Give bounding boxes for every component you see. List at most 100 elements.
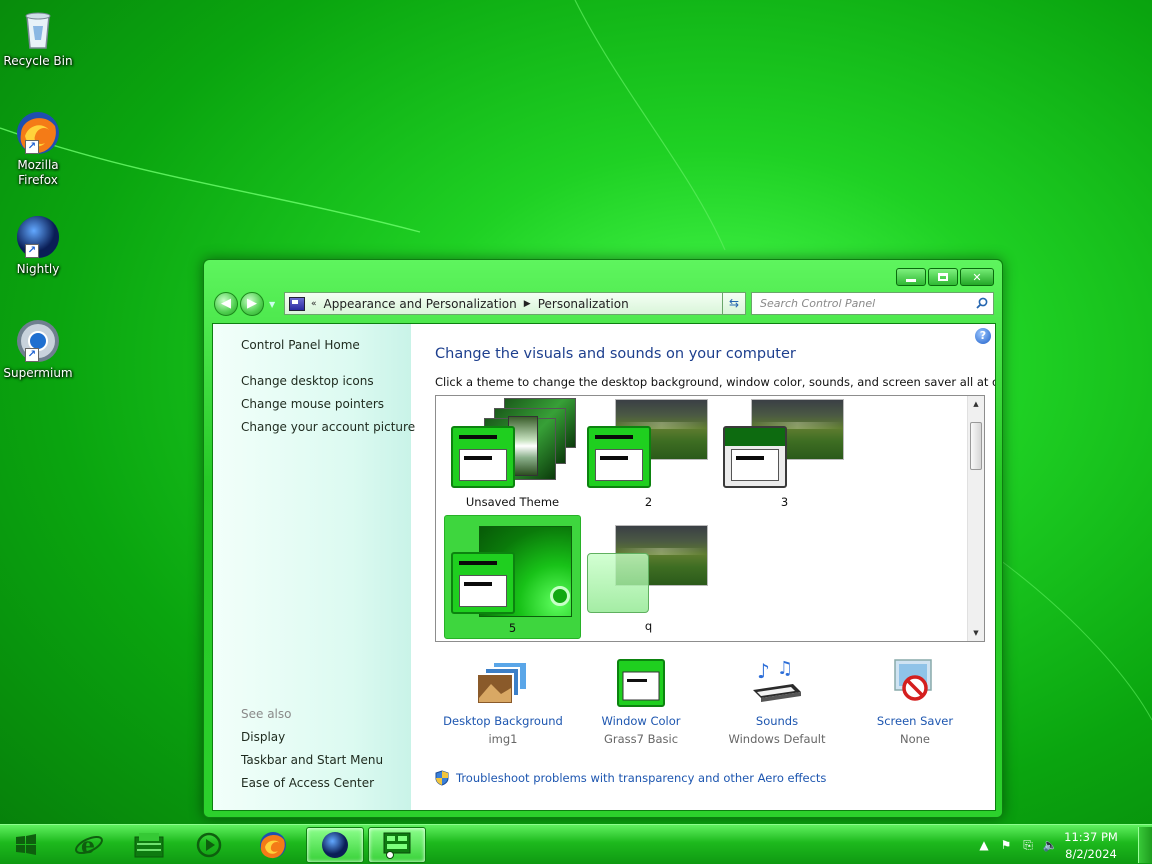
supermium-icon: ↗ xyxy=(15,318,61,364)
svg-text:e: e xyxy=(81,833,95,859)
firefox-icon xyxy=(260,832,286,859)
breadcrumb-separator-icon[interactable]: ▶ xyxy=(524,299,531,309)
setting-label[interactable]: Window Color xyxy=(573,714,709,728)
link-control-panel-home[interactable]: Control Panel Home xyxy=(241,338,360,352)
breadcrumb-overflow-icon[interactable]: « xyxy=(311,299,317,309)
taskbar-clock[interactable]: 11:37 PM 8/2/2024 xyxy=(1056,829,1126,863)
setting-label[interactable]: Sounds xyxy=(709,714,845,728)
theme-list[interactable]: Unsaved Theme 2 3 5 q ▲ ▼ xyxy=(435,395,985,642)
media-player-icon xyxy=(196,832,222,858)
forward-button[interactable]: ▶ xyxy=(240,292,264,316)
theme-item-3[interactable]: 3 xyxy=(716,396,853,520)
desktop-icon-recycle-bin[interactable]: Recycle Bin xyxy=(2,6,74,69)
theme-list-scrollbar[interactable]: ▲ ▼ xyxy=(967,396,984,641)
back-button[interactable]: ◀ xyxy=(214,292,238,316)
troubleshoot-link-text[interactable]: Troubleshoot problems with transparency … xyxy=(456,771,826,785)
search-box xyxy=(751,292,994,315)
setting-value: Grass7 Basic xyxy=(603,732,679,746)
show-desktop-button[interactable] xyxy=(1138,827,1152,863)
theme-item-2[interactable]: 2 xyxy=(580,396,717,520)
desktop-icon-label: Supermium xyxy=(3,366,73,380)
theme-settings-row: Desktop Background img1 Window Color Gra… xyxy=(435,658,985,758)
minimize-button[interactable] xyxy=(896,268,926,286)
screen-saver-icon xyxy=(887,658,943,708)
setting-label[interactable]: Screen Saver xyxy=(847,714,983,728)
maximize-icon xyxy=(938,273,948,281)
search-input[interactable] xyxy=(760,297,970,310)
desktop-icon-label: Nightly xyxy=(16,262,60,276)
page-title: Change the visuals and sounds on your co… xyxy=(435,346,796,362)
setting-window-color[interactable]: Window Color Grass7 Basic xyxy=(573,658,709,746)
maximize-button[interactable] xyxy=(928,268,958,286)
action-center-flag-icon[interactable]: ⚑ xyxy=(998,837,1014,853)
scrollbar-thumb[interactable] xyxy=(970,422,982,470)
theme-item-q[interactable]: q xyxy=(580,521,717,641)
windows-logo-icon xyxy=(16,834,36,855)
setting-screen-saver[interactable]: Screen Saver None xyxy=(847,658,983,746)
setting-value: img1 xyxy=(488,732,518,746)
refresh-button[interactable]: ⇆ xyxy=(722,292,746,315)
internet-explorer-icon: e xyxy=(75,833,103,859)
page-description: Click a theme to change the desktop back… xyxy=(435,375,996,389)
taskbar-item-firefox[interactable] xyxy=(244,827,302,863)
arrow-right-icon: ▶ xyxy=(247,296,257,311)
desktop-icon-nightly[interactable]: ↗ Nightly xyxy=(2,214,74,277)
setting-sounds[interactable]: ♪ ♫ Sounds Windows Default xyxy=(709,658,845,746)
theme-item-unsaved[interactable]: Unsaved Theme xyxy=(444,396,581,520)
shield-icon xyxy=(435,770,449,786)
show-hidden-icons-button[interactable]: ▲ xyxy=(976,837,992,853)
desktop-background-icon xyxy=(475,658,531,708)
scroll-up-button[interactable]: ▲ xyxy=(968,396,984,412)
refresh-icon: ⇆ xyxy=(728,296,740,310)
help-icon[interactable]: ? xyxy=(975,328,991,344)
recent-pages-dropdown[interactable]: ▼ xyxy=(269,300,275,309)
desktop-icon-firefox[interactable]: ↗ Mozilla Firefox xyxy=(2,110,74,188)
shortcut-arrow-icon: ↗ xyxy=(25,140,39,154)
shortcut-arrow-icon: ↗ xyxy=(25,244,39,258)
setting-label[interactable]: Desktop Background xyxy=(435,714,571,728)
recycle-bin-icon xyxy=(15,6,61,52)
link-change-account-picture[interactable]: Change your account picture xyxy=(241,420,415,434)
window-color-preview xyxy=(451,426,515,488)
link-ease-of-access[interactable]: Ease of Access Center xyxy=(241,776,374,790)
navigation-bar: ◀ ▶ ▼ « Appearance and Personalization ▶… xyxy=(212,290,994,318)
breadcrumb-item-appearance[interactable]: Appearance and Personalization xyxy=(324,297,517,311)
scroll-down-button[interactable]: ▼ xyxy=(968,625,984,641)
theme-item-5[interactable]: 5 xyxy=(444,515,581,639)
taskbar-item-internet-explorer[interactable]: e xyxy=(60,827,118,863)
desktop-icon-supermium[interactable]: ↗ Supermium xyxy=(2,318,74,381)
taskbar-item-media-player[interactable] xyxy=(180,827,238,863)
search-icon[interactable] xyxy=(976,297,988,309)
personalization-window[interactable]: ✕ ◀ ▶ ▼ « Appearance and Personalization… xyxy=(203,259,1003,818)
setting-desktop-background[interactable]: Desktop Background img1 xyxy=(435,658,571,746)
desktop-icon-label: Recycle Bin xyxy=(3,54,73,68)
arrow-left-icon: ◀ xyxy=(221,296,231,311)
start-button[interactable] xyxy=(6,829,46,861)
link-display[interactable]: Display xyxy=(241,730,285,744)
taskbar-item-nightly[interactable] xyxy=(306,827,364,863)
see-also-heading: See also xyxy=(241,707,292,721)
setting-value: None xyxy=(899,732,930,746)
theme-label: 3 xyxy=(780,495,789,509)
link-change-desktop-icons[interactable]: Change desktop icons xyxy=(241,374,374,388)
link-change-mouse-pointers[interactable]: Change mouse pointers xyxy=(241,397,384,411)
window-color-preview xyxy=(587,426,651,488)
breadcrumb-item-personalization[interactable]: Personalization xyxy=(538,297,629,311)
minimize-icon xyxy=(906,278,916,282)
taskbar-item-explorer[interactable] xyxy=(120,827,178,863)
svg-text:♫: ♫ xyxy=(777,658,793,679)
close-button[interactable]: ✕ xyxy=(960,268,994,286)
link-taskbar-start-menu[interactable]: Taskbar and Start Menu xyxy=(241,753,383,767)
address-bar[interactable]: « Appearance and Personalization ▶ Perso… xyxy=(284,292,746,315)
theme-label: 2 xyxy=(644,495,653,509)
troubleshoot-link[interactable]: Troubleshoot problems with transparency … xyxy=(435,770,826,786)
window-content: Control Panel Home Change desktop icons … xyxy=(212,323,996,811)
desktop-icon-label: Mozilla Firefox xyxy=(17,158,59,187)
network-icon[interactable]: ⎘ xyxy=(1020,837,1036,853)
left-pane: Control Panel Home Change desktop icons … xyxy=(213,324,415,810)
nightly-icon xyxy=(322,832,348,858)
window-color-preview xyxy=(451,552,515,614)
theme-label: 5 xyxy=(508,621,517,635)
taskbar-item-control-panel[interactable] xyxy=(368,827,426,863)
window-color-icon xyxy=(613,658,669,708)
